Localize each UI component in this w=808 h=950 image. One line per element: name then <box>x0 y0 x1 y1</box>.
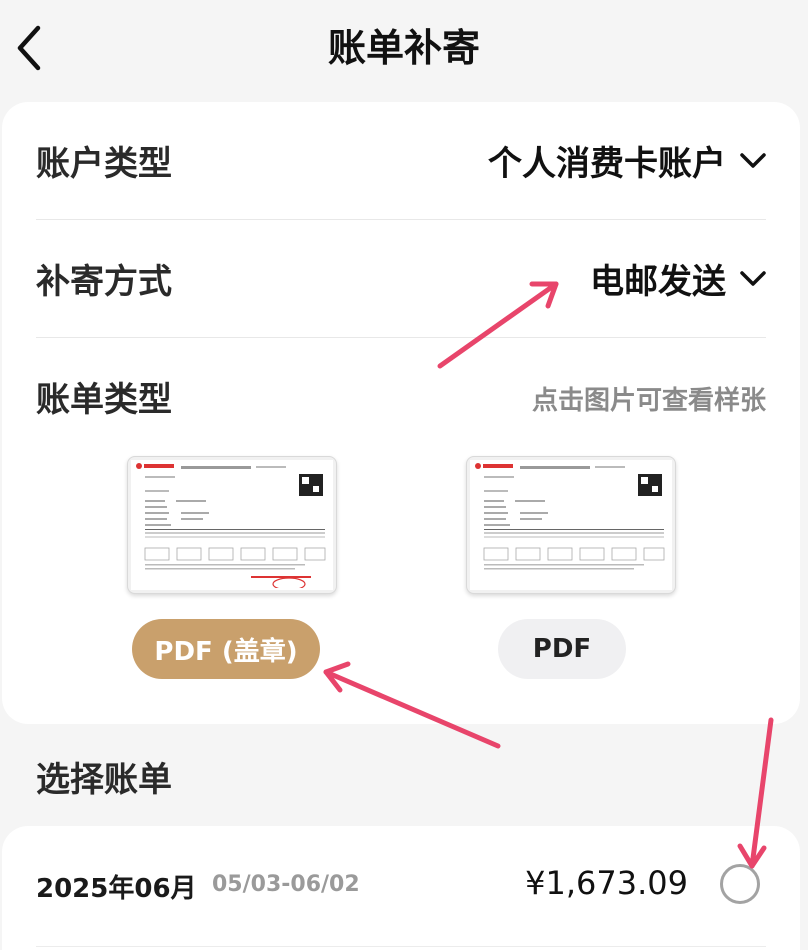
settings-card: 账户类型 个人消费卡账户 补寄方式 电邮发送 账单类型 点击图片可查看样张 PD… <box>2 102 800 724</box>
sample-thumbnail-sealed[interactable] <box>127 456 337 594</box>
divider <box>36 337 766 338</box>
bill-date-range: 05/03-06/02 <box>212 872 360 897</box>
page-title: 账单补寄 <box>327 26 480 70</box>
bill-month: 2025年06月 <box>36 874 197 904</box>
sample-thumbnail-plain[interactable] <box>466 456 676 594</box>
sample-hint: 点击图片可查看样张 <box>531 386 766 416</box>
bill-amount: ¥1,673.09 <box>525 864 688 902</box>
select-bill-heading: 选择账单 <box>36 760 172 800</box>
delivery-method-label: 补寄方式 <box>36 262 172 302</box>
bill-select-radio[interactable] <box>720 864 760 904</box>
nav-bar: 账单补寄 <box>0 0 808 100</box>
bill-list: 2025年06月 05/03-06/02 ¥1,673.09 <box>2 826 800 950</box>
bill-type-label: 账单类型 <box>36 380 172 420</box>
account-type-value: 个人消费卡账户 <box>488 144 726 184</box>
pdf-option[interactable]: PDF <box>498 619 626 679</box>
delivery-method-select[interactable]: 电邮发送 <box>590 254 766 303</box>
statement-sample-image <box>475 463 665 570</box>
divider <box>36 946 766 947</box>
account-type-label: 账户类型 <box>36 144 172 184</box>
divider <box>36 219 766 220</box>
chevron-down-icon <box>740 152 766 168</box>
chevron-down-icon <box>740 270 766 286</box>
statement-sample-image <box>136 463 326 591</box>
account-type-select[interactable]: 个人消费卡账户 <box>488 136 766 185</box>
delivery-method-value: 电邮发送 <box>590 262 726 302</box>
pdf-sealed-option[interactable]: PDF (盖章) <box>132 619 320 679</box>
delivery-method-row: 补寄方式 电邮发送 <box>36 254 766 304</box>
account-type-row: 账户类型 个人消费卡账户 <box>36 136 766 186</box>
bill-type-row: 账单类型 点击图片可查看样张 <box>36 372 766 422</box>
